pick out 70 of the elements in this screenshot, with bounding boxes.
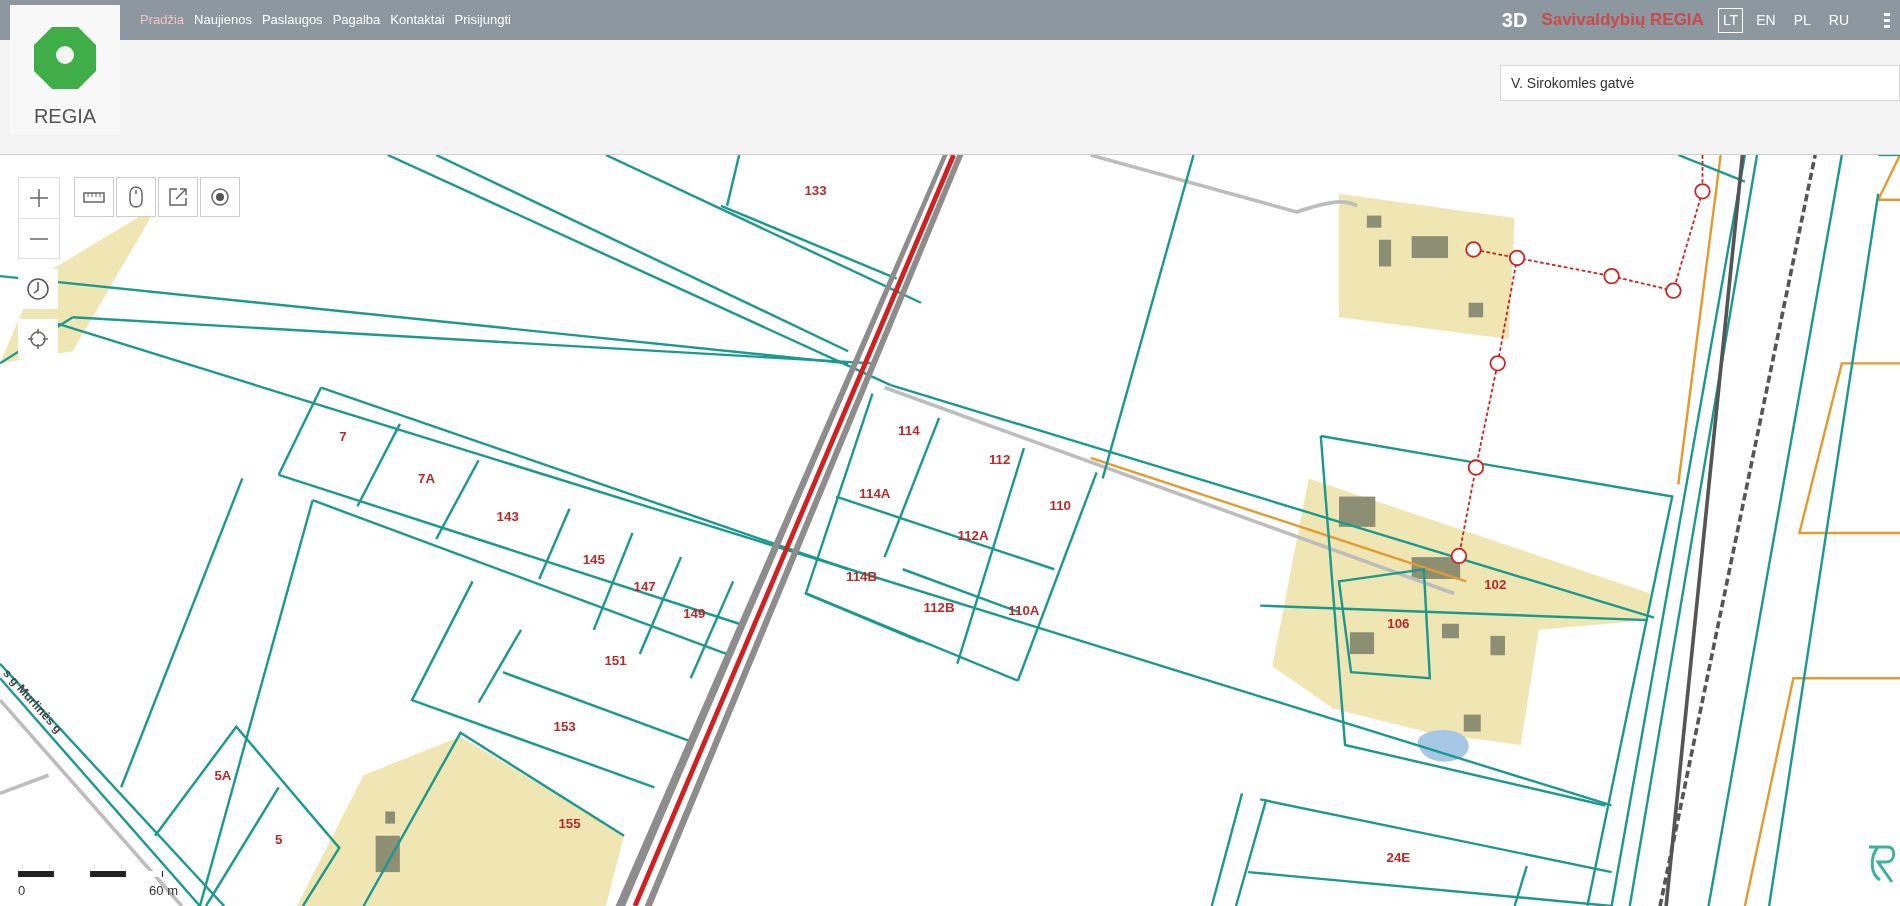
parcel-number: 5 <box>275 832 283 848</box>
building <box>1490 635 1505 656</box>
ruler-icon <box>83 190 105 204</box>
parcel-number: 110 <box>1049 497 1071 513</box>
plus-icon <box>29 188 49 208</box>
logo-icon <box>32 25 98 91</box>
mouse-icon <box>129 186 143 208</box>
logo-icon <box>1866 844 1896 884</box>
crosshair-icon <box>27 328 49 350</box>
parcel-number: 143 <box>496 508 519 524</box>
measure-button[interactable] <box>74 177 114 217</box>
share-icon <box>168 187 188 207</box>
nav-link[interactable]: Kontaktai <box>390 10 445 30</box>
building <box>1411 236 1448 258</box>
nav-link[interactable]: Prisijungti <box>454 10 511 30</box>
boundary-line <box>1876 155 1900 202</box>
nav-link[interactable]: Paslaugos <box>261 10 323 30</box>
search-field[interactable]: V. Sirokomles gatvė <box>1500 65 1900 101</box>
route-point <box>1665 282 1682 299</box>
parcel-number: 106 <box>1387 616 1410 632</box>
parcel-number: 147 <box>633 578 656 594</box>
clock-icon <box>26 277 50 301</box>
share-button[interactable] <box>158 177 198 217</box>
building <box>1349 632 1375 655</box>
language-link[interactable]: LT <box>1717 7 1744 33</box>
language-link[interactable]: PL <box>1788 7 1816 33</box>
scale-start: 0 <box>18 881 26 900</box>
building <box>385 811 396 824</box>
parcel-number: 155 <box>558 816 581 832</box>
parcel-number: 145 <box>582 552 605 568</box>
route-point <box>1694 183 1711 200</box>
scale-bar-icon <box>18 870 163 877</box>
parcel-number: 153 <box>553 719 576 735</box>
route-point <box>1467 459 1485 476</box>
parcel-number: 24E <box>1386 850 1411 866</box>
parcel-number: 114A <box>859 485 891 501</box>
parcel-number: 112A <box>957 528 989 544</box>
nav-link[interactable]: Naujienos <box>194 10 252 30</box>
route-point <box>1603 267 1620 285</box>
language-link[interactable]: EN <box>1751 7 1781 33</box>
route-point <box>1450 547 1468 565</box>
parcel-number: 7 <box>339 428 347 444</box>
nav-link[interactable]: Pradžia <box>140 10 185 30</box>
parcel-number: 7A <box>418 471 436 487</box>
route-point <box>1465 241 1482 258</box>
brand-title: Savivaldybių REGIA <box>1541 9 1704 32</box>
pond-icon <box>1417 729 1469 762</box>
parcel-number: 151 <box>604 652 627 668</box>
3d-link[interactable]: 3D <box>1501 5 1528 35</box>
scale-end: 60 m <box>149 881 178 900</box>
menu-icon[interactable] <box>1884 12 1890 28</box>
parcel-number: 114 <box>898 422 920 438</box>
parcel-number: 5A <box>214 767 232 783</box>
minus-icon <box>29 236 49 241</box>
parcel-number: 114B <box>846 569 878 585</box>
logo-text: REGIA <box>33 104 97 129</box>
nav-link[interactable]: Pagalba <box>332 10 381 30</box>
parcel-number: 102 <box>1484 576 1507 592</box>
pointer-button[interactable] <box>116 177 156 217</box>
parcel-number: 110A <box>1008 603 1040 619</box>
parcel-number: 133 <box>804 182 827 198</box>
language-link[interactable]: RU <box>1823 7 1854 33</box>
target-icon <box>210 187 230 207</box>
route-point <box>1508 249 1526 267</box>
route-point <box>1489 355 1506 372</box>
parcel-number: 112 <box>988 451 1011 467</box>
location-button[interactable] <box>200 177 240 217</box>
locate-button[interactable] <box>18 319 58 359</box>
parcel-number: 112B <box>923 599 955 615</box>
parcel-number: 149 <box>683 605 706 621</box>
